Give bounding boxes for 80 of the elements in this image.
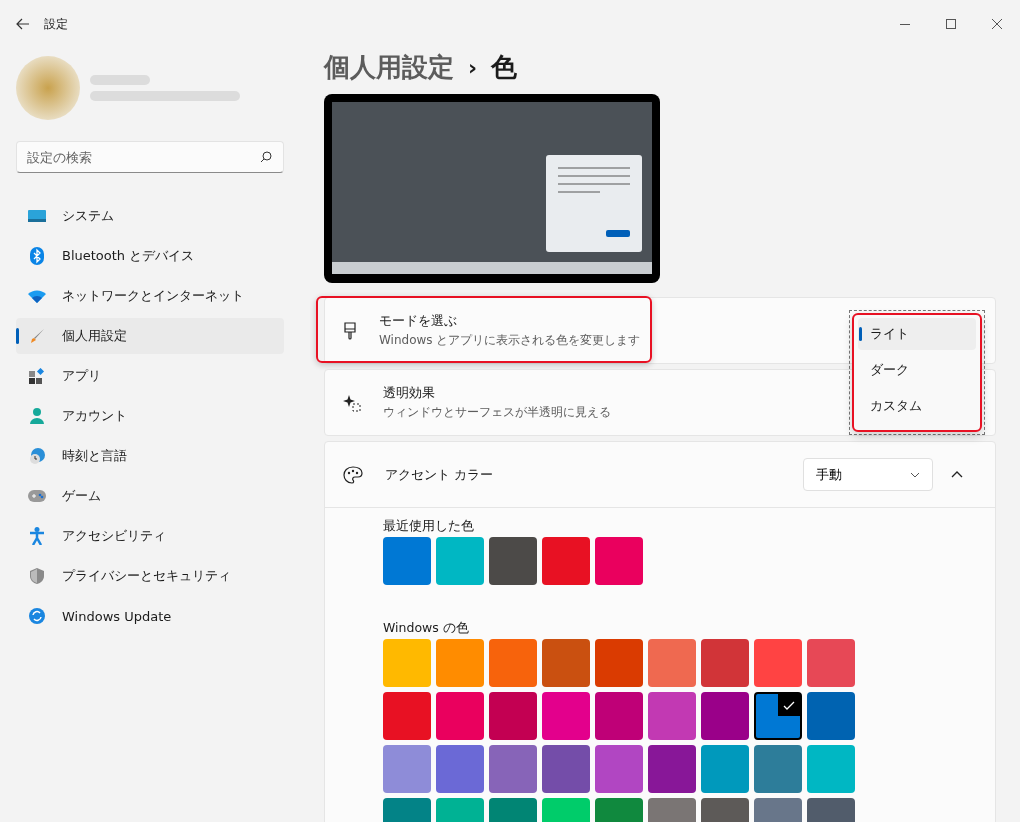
breadcrumb-parent[interactable]: 個人用設定 <box>324 50 454 85</box>
color-swatch[interactable] <box>383 745 431 793</box>
color-swatch[interactable] <box>701 639 749 687</box>
menu-option[interactable]: カスタム <box>858 390 976 422</box>
color-swatch[interactable] <box>595 692 643 740</box>
nav-item[interactable]: ゲーム <box>16 478 284 514</box>
search-icon <box>260 151 272 163</box>
back-arrow-icon[interactable] <box>16 18 30 30</box>
maximize-icon <box>946 19 956 29</box>
color-swatch[interactable] <box>595 745 643 793</box>
color-swatch[interactable] <box>383 639 431 687</box>
nav-item[interactable]: ネットワークとインターネット <box>16 278 284 314</box>
page-title: 色 <box>491 51 518 84</box>
nav-icon <box>28 408 46 424</box>
nav-item[interactable]: プライバシーとセキュリティ <box>16 558 284 594</box>
color-swatch[interactable] <box>754 639 802 687</box>
color-swatch[interactable] <box>436 537 484 585</box>
window-title: 設定 <box>44 15 68 33</box>
color-swatch[interactable] <box>542 537 590 585</box>
nav-item[interactable]: アクセシビリティ <box>16 518 284 554</box>
nav-item[interactable]: システム <box>16 198 284 234</box>
nav-item[interactable]: アカウント <box>16 398 284 434</box>
setting-description: ウィンドウとサーフェスが半透明に見える <box>383 404 611 421</box>
nav-icon <box>28 209 46 223</box>
nav-item[interactable]: Windows Update <box>16 598 284 634</box>
setting-title: アクセント カラー <box>385 465 494 484</box>
menu-option[interactable]: ライト <box>858 318 976 350</box>
close-icon <box>992 19 1002 29</box>
color-swatch[interactable] <box>383 537 431 585</box>
nav-item[interactable]: 時刻と言語 <box>16 438 284 474</box>
nav-item[interactable]: 個人用設定 <box>16 318 284 354</box>
color-swatch[interactable] <box>754 692 802 740</box>
nav-item[interactable]: Bluetooth とデバイス <box>16 238 284 274</box>
breadcrumb-separator: › <box>468 55 478 80</box>
minimize-icon <box>900 23 910 25</box>
color-swatch[interactable] <box>701 692 749 740</box>
setting-title: 透明効果 <box>383 384 436 402</box>
search-field[interactable]: 設定の検索 <box>16 141 284 173</box>
color-swatch[interactable] <box>807 745 855 793</box>
color-swatch[interactable] <box>542 692 590 740</box>
chevron-down-icon <box>910 471 920 478</box>
sparkle-icon <box>343 393 361 412</box>
nav-icon <box>28 527 46 545</box>
accent-mode-dropdown[interactable]: 手動 <box>803 458 933 491</box>
color-swatch[interactable] <box>542 639 590 687</box>
color-swatch[interactable] <box>436 745 484 793</box>
color-swatch[interactable] <box>595 639 643 687</box>
color-swatch[interactable] <box>489 639 537 687</box>
color-swatch[interactable] <box>436 639 484 687</box>
color-swatch[interactable] <box>595 537 643 585</box>
checkmark-icon <box>778 694 800 716</box>
nav-item[interactable]: アプリ <box>16 358 284 394</box>
color-swatch[interactable] <box>648 745 696 793</box>
section-label: 最近使用した色 <box>383 518 475 535</box>
nav-icon <box>28 608 46 624</box>
nav-icon <box>28 328 46 344</box>
brush-icon <box>343 321 357 340</box>
section-label: Windows の色 <box>383 620 470 637</box>
color-swatch[interactable] <box>489 745 537 793</box>
nav-icon <box>28 289 46 303</box>
color-swatch[interactable] <box>754 745 802 793</box>
nav-icon <box>28 568 46 584</box>
color-swatch[interactable] <box>807 639 855 687</box>
setting-title: モードを選ぶ <box>379 312 458 330</box>
color-swatch[interactable] <box>807 692 855 740</box>
nav-icon <box>28 368 46 384</box>
color-swatch[interactable] <box>383 692 431 740</box>
color-swatch[interactable] <box>489 537 537 585</box>
color-swatch[interactable] <box>648 639 696 687</box>
palette-icon <box>343 465 363 484</box>
chevron-icon <box>951 471 963 478</box>
color-swatch[interactable] <box>701 745 749 793</box>
color-swatch[interactable] <box>648 692 696 740</box>
setting-description: Windows とアプリに表示される色を変更します <box>379 332 641 349</box>
color-swatch[interactable] <box>436 692 484 740</box>
nav-icon <box>28 490 46 502</box>
nav-icon <box>28 247 46 265</box>
color-swatch[interactable] <box>489 692 537 740</box>
color-swatch[interactable] <box>542 745 590 793</box>
nav-icon <box>28 448 46 464</box>
